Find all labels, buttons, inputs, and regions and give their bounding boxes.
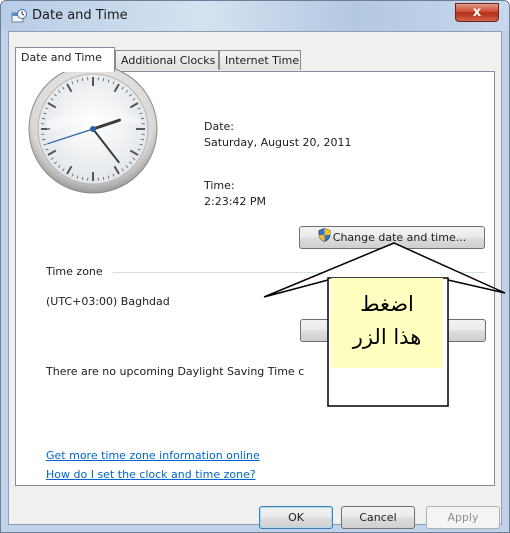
date-time-window: Date and Time x Date and Time Additional… — [0, 0, 510, 533]
callout-arrow — [263, 242, 506, 407]
callout-line-1: اضغط — [360, 292, 414, 316]
tab-date-and-time[interactable]: Date and Time — [15, 47, 115, 72]
callout-line-2: هذا الزر — [352, 325, 422, 349]
callout-label: اضغط هذا الزر — [331, 278, 443, 368]
